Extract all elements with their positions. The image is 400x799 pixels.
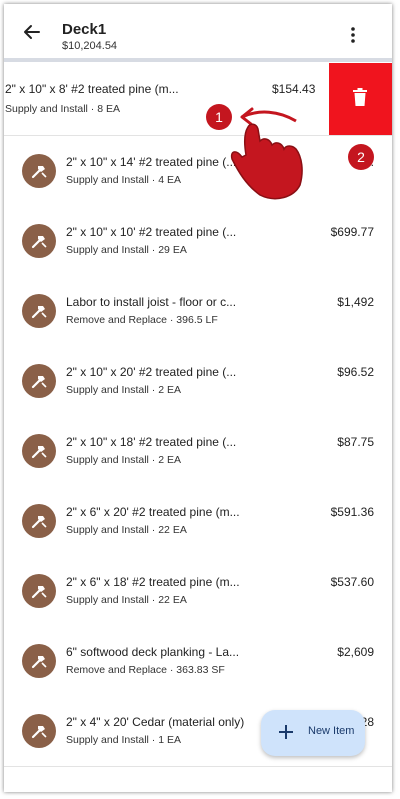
- item-subtitle: Supply and Install · 4 EA: [66, 174, 181, 186]
- item-title: 2" x 10" x 20' #2 treated pine (...: [66, 365, 237, 379]
- app-header: Deck1 $10,204.54: [4, 4, 392, 58]
- item-price: $154.43: [272, 82, 316, 96]
- list-item[interactable]: Labor to install joist - floor or c... Re…: [4, 276, 392, 347]
- item-title: 6" softwood deck planking - La...: [66, 645, 240, 659]
- page-title: Deck1: [62, 21, 107, 38]
- swipe-hand-icon: [230, 107, 303, 200]
- item-subtitle: Supply and Install · 2 EA: [66, 454, 181, 466]
- item-subtitle: Supply and Install · 29 EA: [66, 244, 187, 256]
- trash-icon: [353, 88, 367, 106]
- hammer-icon: [22, 574, 56, 608]
- item-subtitle: Supply and Install · 22 EA: [66, 594, 187, 606]
- new-item-label: New Item: [308, 725, 355, 737]
- item-price: $537.60: [330, 575, 374, 589]
- hammer-icon: [22, 154, 56, 188]
- hammer-icon: [22, 644, 56, 678]
- step-2-marker: 2: [348, 144, 374, 170]
- back-arrow-icon[interactable]: [22, 22, 42, 42]
- item-price: $699.77: [330, 225, 374, 239]
- item-subtitle: Remove and Replace · 396.5 LF: [66, 314, 218, 326]
- list-item[interactable]: 2" x 10" x 18' #2 treated pine (... Suppl…: [4, 416, 392, 487]
- hammer-icon: [22, 504, 56, 538]
- app-frame: Deck1 $10,204.54 2" x 10" x 8' #2 treate…: [4, 4, 392, 792]
- list-item[interactable]: 2" x 6" x 20' #2 treated pine (m... Suppl…: [4, 486, 392, 557]
- hammer-icon: [22, 434, 56, 468]
- hammer-icon: [22, 294, 56, 328]
- step-1-marker: 1: [206, 104, 232, 130]
- item-subtitle: Supply and Install · 22 EA: [66, 524, 187, 536]
- item-title: Labor to install joist - floor or c...: [66, 295, 237, 309]
- list-item[interactable]: 2" x 10" x 20' #2 treated pine (... Suppl…: [4, 346, 392, 417]
- item-price: $591.36: [330, 505, 374, 519]
- hammer-icon: [22, 224, 56, 258]
- item-title: 2" x 6" x 20' #2 treated pine (m...: [66, 505, 240, 519]
- plus-icon: [279, 725, 293, 739]
- item-title: 2" x 4" x 20' Cedar (material only): [66, 715, 245, 729]
- list-item[interactable]: 2" x 10" x 10' #2 treated pine (... Suppl…: [4, 206, 392, 277]
- item-price: $1,492: [337, 295, 374, 309]
- item-subtitle: Remove and Replace · 363.83 SF: [66, 664, 225, 676]
- header-divider: [4, 58, 392, 62]
- hammer-icon: [22, 714, 56, 748]
- item-subtitle: Supply and Install · 2 EA: [66, 384, 181, 396]
- page-total: $10,204.54: [62, 40, 118, 52]
- list-item[interactable]: 2" x 6" x 18' #2 treated pine (m... Suppl…: [4, 556, 392, 627]
- item-title: 2" x 10" x 8' #2 treated pine (m...: [5, 82, 179, 96]
- item-price: $2,609: [337, 645, 374, 659]
- list-item[interactable]: 6" softwood deck planking - La... Remove …: [4, 626, 392, 697]
- item-title: 2" x 10" x 10' #2 treated pine (...: [66, 225, 237, 239]
- delete-button[interactable]: [329, 63, 392, 135]
- item-price: $96.52: [337, 365, 374, 379]
- more-vert-icon[interactable]: [348, 26, 358, 44]
- item-subtitle: Supply and Install · 1 EA: [66, 734, 181, 746]
- new-item-button[interactable]: New Item: [261, 710, 365, 756]
- item-subtitle: Supply and Install · 8 EA: [5, 103, 120, 115]
- item-price: $87.75: [337, 435, 374, 449]
- item-title: 2" x 6" x 18' #2 treated pine (m...: [66, 575, 240, 589]
- item-title: 2" x 10" x 18' #2 treated pine (...: [66, 435, 237, 449]
- hammer-icon: [22, 364, 56, 398]
